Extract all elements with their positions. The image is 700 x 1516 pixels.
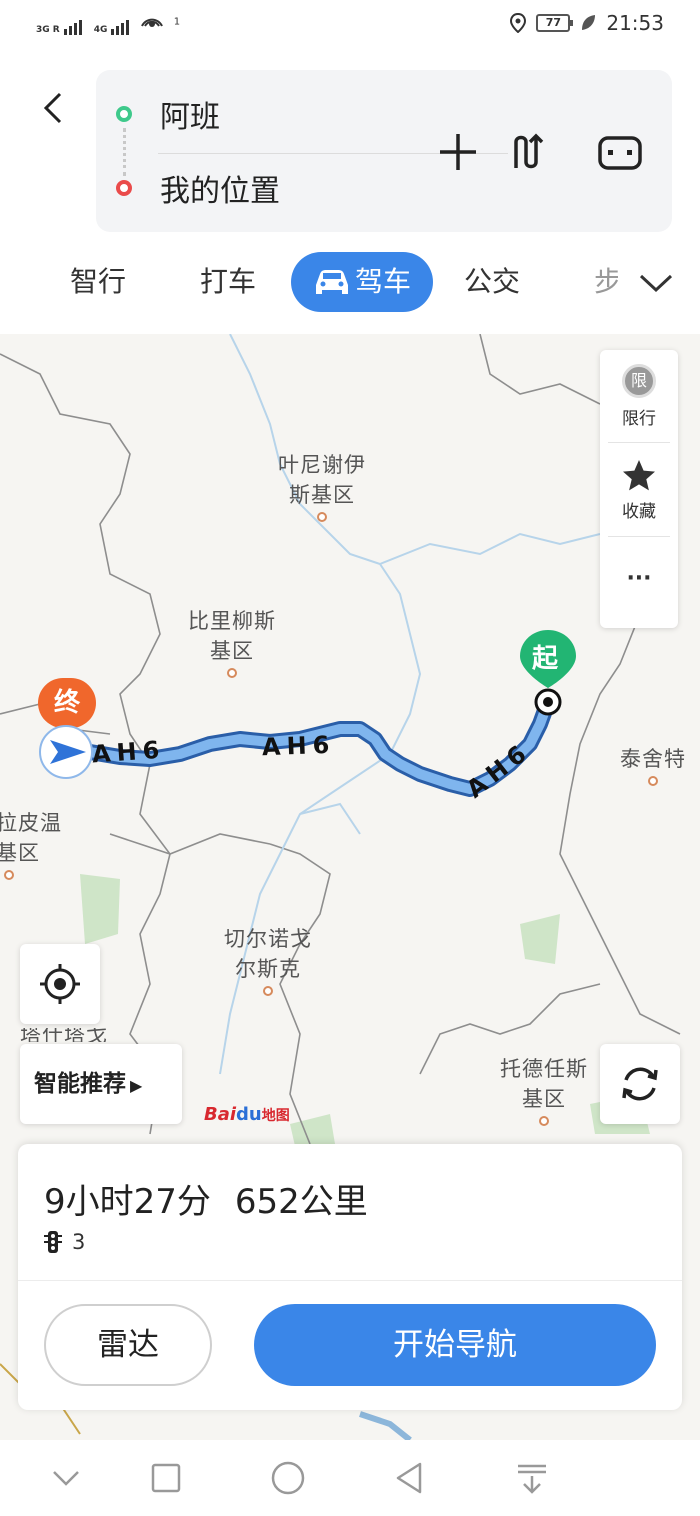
refresh-route-button[interactable] [600, 1044, 680, 1124]
car-front-icon [598, 136, 642, 170]
baidu-map-logo: Baidu地图 [204, 1104, 290, 1125]
destination-text: 我的位置 [160, 174, 280, 209]
back-button[interactable] [38, 90, 68, 126]
road-label: AH6 [261, 730, 336, 762]
favorite-button[interactable]: 收藏 [600, 458, 678, 522]
chevron-left-icon [43, 92, 62, 124]
map-side-panel: 限 限行 收藏 ··· [600, 350, 678, 628]
vehicle-settings-button[interactable] [596, 130, 642, 174]
tab-taxi[interactable]: 打车 [200, 252, 256, 312]
hotspot-count: 1 [173, 16, 181, 28]
place-label: 托德任斯 基区 [500, 1054, 588, 1126]
smart-recommend-label: 智能推荐 [34, 1071, 126, 1097]
tab-walk[interactable]: 步 [594, 252, 618, 312]
traffic-lights-info: 3 [44, 1230, 85, 1254]
transport-mode-tabs: 智行 打车 驾车 公交 步 [0, 252, 700, 318]
place-label: 叶尼谢伊 斯基区 [278, 450, 366, 522]
origin-dot-icon [116, 106, 132, 122]
sim1-signal-icon: 3G R [36, 20, 82, 35]
route-input-box: 阿班 我的位置 [96, 70, 672, 232]
place-label: 切尔诺戈 尔斯克 [224, 924, 312, 996]
more-modes-button[interactable] [638, 268, 674, 302]
hide-keyboard-icon[interactable] [46, 1458, 86, 1498]
leaf-icon [582, 15, 596, 30]
traffic-restriction-button[interactable]: 限 限行 [600, 364, 678, 429]
chevron-down-icon [639, 274, 673, 293]
duration: 9小时27分 [44, 1182, 211, 1222]
refresh-icon [622, 1067, 658, 1101]
start-marker-label: 起 [532, 644, 559, 674]
recent-apps-icon[interactable] [146, 1458, 186, 1498]
tab-bus[interactable]: 公交 [464, 252, 520, 312]
road-label: AH6 [91, 735, 167, 769]
route-summary: 9小时27分 652公里 [44, 1174, 368, 1223]
radar-button[interactable]: 雷达 [44, 1304, 212, 1386]
smart-recommend-button[interactable]: 智能推荐 ▶ [20, 1044, 182, 1124]
notification-pulldown-icon[interactable] [512, 1458, 552, 1498]
traffic-restriction-label: 限行 [622, 409, 656, 429]
place-label: 拉皮温 基区 [0, 808, 62, 880]
start-navigation-button[interactable]: 开始导航 [254, 1304, 656, 1386]
distance: 652公里 [234, 1182, 368, 1222]
navigation-arrow-icon [39, 725, 93, 779]
end-marker-label: 终 [53, 688, 80, 718]
restriction-icon: 限 [622, 364, 656, 398]
destination-field[interactable]: 我的位置 [96, 152, 280, 224]
clock: 21:53 [606, 11, 664, 35]
swap-route-button[interactable] [508, 130, 552, 174]
add-waypoint-button[interactable] [436, 130, 480, 174]
home-icon[interactable] [268, 1458, 308, 1498]
origin-field[interactable]: 阿班 [96, 78, 220, 150]
divider [18, 1280, 682, 1281]
traffic-light-icon [44, 1231, 62, 1253]
crosshair-icon [40, 964, 80, 1004]
sim1-label: 3G R [36, 25, 60, 35]
plus-icon [440, 134, 476, 170]
location-icon [510, 13, 527, 33]
tab-smart[interactable]: 智行 [70, 252, 126, 312]
favorite-label: 收藏 [622, 502, 656, 522]
tab-drive-label: 驾车 [355, 265, 412, 298]
system-nav-bar [0, 1440, 700, 1516]
back-nav-icon[interactable] [390, 1458, 430, 1498]
car-icon [316, 270, 348, 294]
hotspot-icon: 1 [141, 12, 180, 35]
battery-icon: 77 [536, 14, 574, 32]
traffic-lights-count: 3 [72, 1230, 86, 1254]
star-icon [623, 460, 655, 491]
swap-icon [514, 133, 544, 169]
locate-me-button[interactable] [20, 944, 100, 1024]
sim2-label: 4G [93, 25, 108, 35]
sim2-signal-icon: 4G [94, 20, 130, 35]
tab-drive[interactable]: 驾车 [291, 252, 434, 312]
more-options-button[interactable]: ··· [600, 566, 678, 591]
origin-text: 阿班 [160, 100, 220, 135]
place-label: 比里柳斯 基区 [188, 606, 276, 678]
end-marker: 终 [38, 678, 96, 728]
status-bar: 3G R 4G 1 77 21:53 [0, 0, 700, 50]
place-label: 泰舍特 [620, 744, 686, 786]
battery-level: 77 [545, 16, 562, 29]
caret-right-icon: ▶ [130, 1076, 143, 1095]
place-label: 塔什塔戈 [20, 1028, 108, 1042]
destination-dot-icon [116, 180, 132, 196]
route-summary-card: 9小时27分 652公里 3 雷达 开始导航 [18, 1144, 682, 1410]
